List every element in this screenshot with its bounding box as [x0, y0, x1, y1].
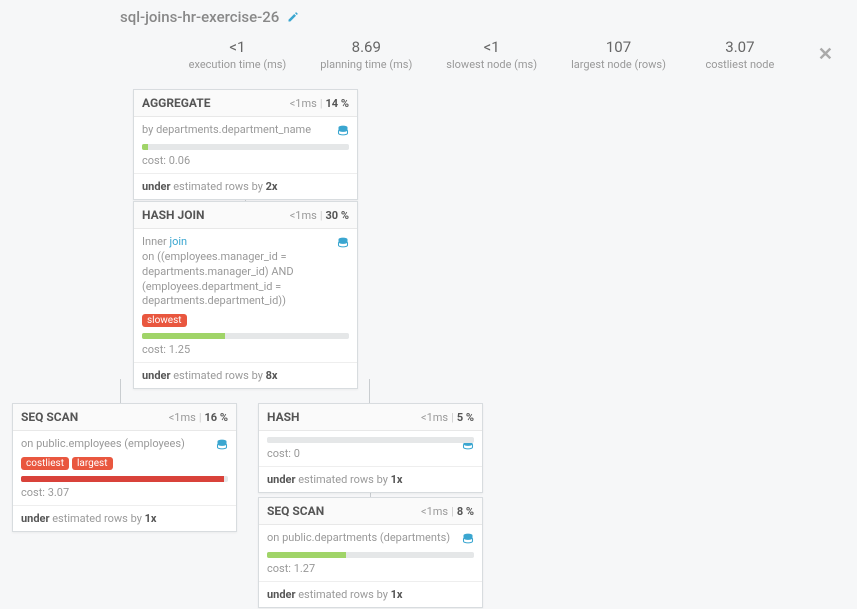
badges: slowest [142, 313, 349, 327]
node-meta: <1ms|5 % [421, 411, 474, 424]
plan-canvas: AGGREGATE <1ms|14 % by departments.depar… [0, 89, 857, 609]
cost-bar [142, 333, 349, 339]
badges: costliestlargest [21, 456, 228, 470]
cost-label: cost: 0 [267, 447, 474, 460]
cost-bar [142, 144, 349, 150]
node-name: AGGREGATE [142, 96, 210, 110]
cost-label: cost: 1.27 [267, 562, 474, 575]
node-name: SEQ SCAN [267, 504, 324, 518]
node-meta: <1ms|14 % [290, 97, 349, 110]
database-icon[interactable] [462, 533, 474, 546]
node-meta: <1ms|30 % [290, 209, 349, 222]
database-icon[interactable] [337, 237, 349, 250]
badge-largest: largest [72, 457, 113, 470]
close-icon[interactable]: ✕ [818, 44, 833, 65]
node-meta: <1ms|8 % [421, 505, 474, 518]
header: sql-joins-hr-exercise-26 [0, 0, 857, 26]
node-name: HASH JOIN [142, 208, 204, 222]
cost-bar [267, 437, 474, 443]
estimate-row: under estimated rows by 1x [13, 506, 236, 531]
cost-label: cost: 1.25 [142, 343, 349, 356]
node-detail: on public.departments (departments) cost… [259, 525, 482, 582]
estimate-row: under estimated rows by 1x [259, 467, 482, 492]
node-name: SEQ SCAN [21, 410, 78, 424]
node-header: HASH JOIN <1ms|30 % [134, 202, 357, 229]
cost-bar [267, 552, 474, 558]
node-detail: Inner joinon ((employees.manager_id = de… [134, 229, 357, 363]
cost-label: cost: 3.07 [21, 486, 228, 499]
node-hash-join[interactable]: HASH JOIN <1ms|30 % Inner joinon ((emplo… [133, 201, 358, 389]
plan-title: sql-joins-hr-exercise-26 [120, 8, 279, 26]
node-header: HASH <1ms|5 % [259, 404, 482, 431]
node-seq-scan-employees[interactable]: SEQ SCAN <1ms|16 % on public.employees (… [12, 403, 237, 532]
node-aggregate[interactable]: AGGREGATE <1ms|14 % by departments.depar… [133, 89, 358, 200]
node-header: SEQ SCAN <1ms|16 % [13, 404, 236, 431]
badge-slowest: slowest [142, 314, 187, 327]
cost-bar [21, 476, 228, 482]
estimate-row: under estimated rows by 2x [134, 174, 357, 199]
node-detail: on public.employees (employees) costlies… [13, 431, 236, 506]
estimate-row: under estimated rows by 8x [134, 363, 357, 388]
database-icon[interactable] [216, 439, 228, 452]
database-icon[interactable] [337, 125, 349, 138]
node-hash[interactable]: HASH <1ms|5 % cost: 0 under estimated ro… [258, 403, 483, 493]
node-detail: by departments.department_name cost: 0.0… [134, 117, 357, 174]
node-header: SEQ SCAN <1ms|8 % [259, 498, 482, 525]
stat-exec-time: <1execution time (ms) [189, 38, 287, 71]
pencil-icon[interactable] [287, 10, 299, 25]
node-meta: <1ms|16 % [169, 411, 228, 424]
stats-bar: <1execution time (ms) 8.69planning time … [0, 26, 857, 89]
node-seq-scan-departments[interactable]: SEQ SCAN <1ms|8 % on public.departments … [258, 497, 483, 608]
estimate-row: under estimated rows by 1x [259, 582, 482, 607]
badge-costliest: costliest [21, 457, 69, 470]
stat-costliest: 3.07costliest node [700, 38, 780, 71]
stat-slowest: <1slowest node (ms) [446, 38, 537, 71]
node-name: HASH [267, 410, 300, 424]
stat-plan-time: 8.69planning time (ms) [320, 38, 412, 71]
node-detail: cost: 0 [259, 431, 482, 467]
stat-largest: 107largest node (rows) [571, 38, 666, 71]
cost-label: cost: 0.06 [142, 154, 349, 167]
node-header: AGGREGATE <1ms|14 % [134, 90, 357, 117]
